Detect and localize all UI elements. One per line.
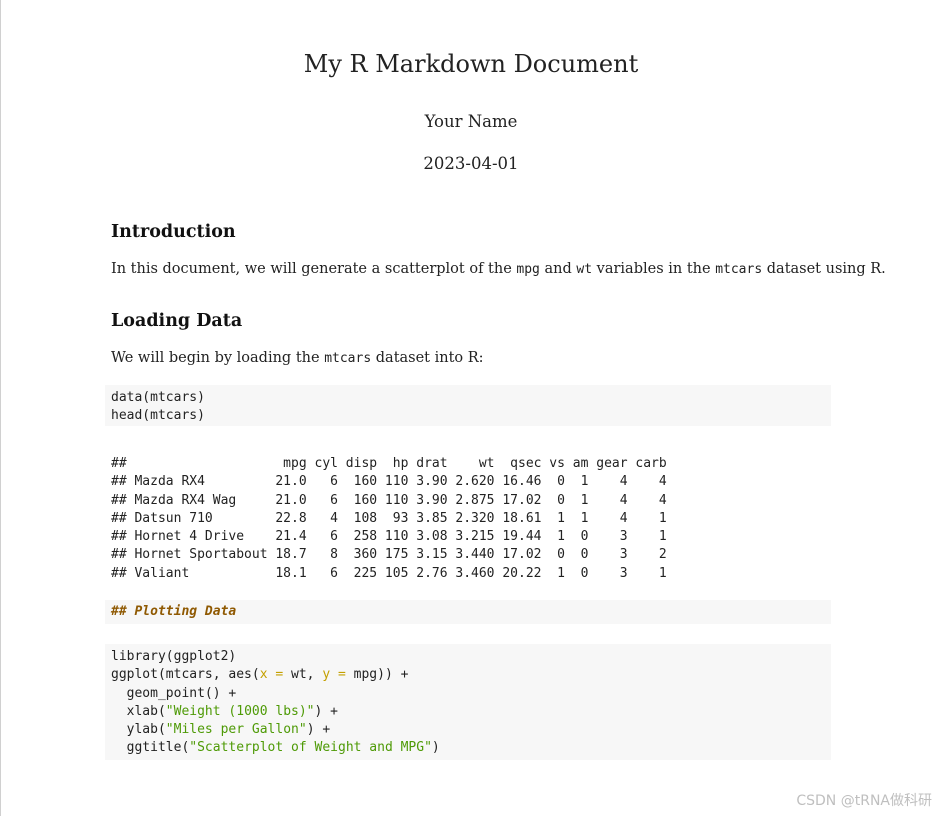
inline-code-mpg: mpg bbox=[516, 262, 540, 277]
page-left-border bbox=[0, 0, 1, 816]
code-block-plot: library(ggplot2) ggplot(mtcars, aes(x = w… bbox=[105, 644, 831, 760]
code-comment-plotting-data: ## Plotting Data bbox=[111, 604, 237, 619]
code-line: ylab("Miles per Gallon") + bbox=[111, 722, 331, 738]
section-heading-introduction: Introduction bbox=[111, 222, 236, 242]
output-row: ## Hornet 4 Drive 21.4 6 258 110 3.08 3.… bbox=[111, 529, 667, 545]
code-line: ggplot(mtcars, aes(x = wt, y = mpg)) + bbox=[111, 667, 409, 683]
output-block-head: ## mpg cyl disp hp drat wt qsec vs am ge… bbox=[111, 455, 831, 583]
loading-text-1: We will begin by loading the bbox=[111, 350, 325, 366]
intro-text-1: In this document, we will generate a sca… bbox=[111, 261, 517, 277]
document-title: My R Markdown Document bbox=[303, 50, 639, 78]
code-string: "Scatterplot of Weight and MPG" bbox=[189, 740, 432, 756]
output-row: ## Datsun 710 22.8 4 108 93 3.85 2.320 1… bbox=[111, 510, 667, 526]
csdn-watermark: CSDN @tRNA做科研 bbox=[796, 793, 932, 809]
intro-paragraph: In this document, we will generate a sca… bbox=[111, 261, 886, 277]
loading-text-2: dataset into R: bbox=[371, 350, 484, 366]
document-date: 2023-04-01 bbox=[423, 154, 519, 173]
loading-paragraph: We will begin by loading the mtcars data… bbox=[111, 350, 841, 366]
intro-text-2: and bbox=[539, 261, 577, 277]
output-row: ## Mazda RX4 21.0 6 160 110 3.90 2.620 1… bbox=[111, 474, 667, 490]
code-line: xlab("Weight (1000 lbs)") + bbox=[111, 703, 338, 719]
code-string: "Miles per Gallon" bbox=[165, 722, 307, 738]
code-string: "Weight (1000 lbs)" bbox=[165, 703, 315, 719]
intro-text-4: dataset using R. bbox=[762, 261, 886, 277]
section-heading-loading-data: Loading Data bbox=[111, 311, 243, 331]
output-row: ## Mazda RX4 Wag 21.0 6 160 110 3.90 2.8… bbox=[111, 492, 667, 508]
document-author: Your Name bbox=[424, 112, 518, 131]
code-line: geom_point() + bbox=[111, 685, 237, 701]
code-line: ggtitle("Scatterplot of Weight and MPG") bbox=[111, 740, 440, 756]
code-block-comment: ## Plotting Data bbox=[105, 600, 831, 624]
inline-code-mtcars: mtcars bbox=[715, 262, 763, 277]
inline-code-mtcars: mtcars bbox=[324, 351, 372, 366]
code-arg-x: x = bbox=[259, 667, 284, 683]
output-row: ## Hornet Sportabout 18.7 8 360 175 3.15… bbox=[111, 547, 667, 563]
inline-code-wt: wt bbox=[576, 262, 593, 277]
output-header-row: ## mpg cyl disp hp drat wt qsec vs am ge… bbox=[111, 456, 667, 471]
code-arg-y: y = bbox=[322, 667, 346, 683]
intro-text-3: variables in the bbox=[592, 261, 716, 277]
code-block-load: data(mtcars) head(mtcars) bbox=[105, 385, 831, 426]
output-row: ## Valiant 18.1 6 225 105 2.76 3.460 20.… bbox=[111, 565, 667, 581]
code-line: head(mtcars) bbox=[111, 408, 205, 424]
code-line: data(mtcars) bbox=[111, 390, 205, 405]
code-line: library(ggplot2) bbox=[111, 649, 237, 664]
